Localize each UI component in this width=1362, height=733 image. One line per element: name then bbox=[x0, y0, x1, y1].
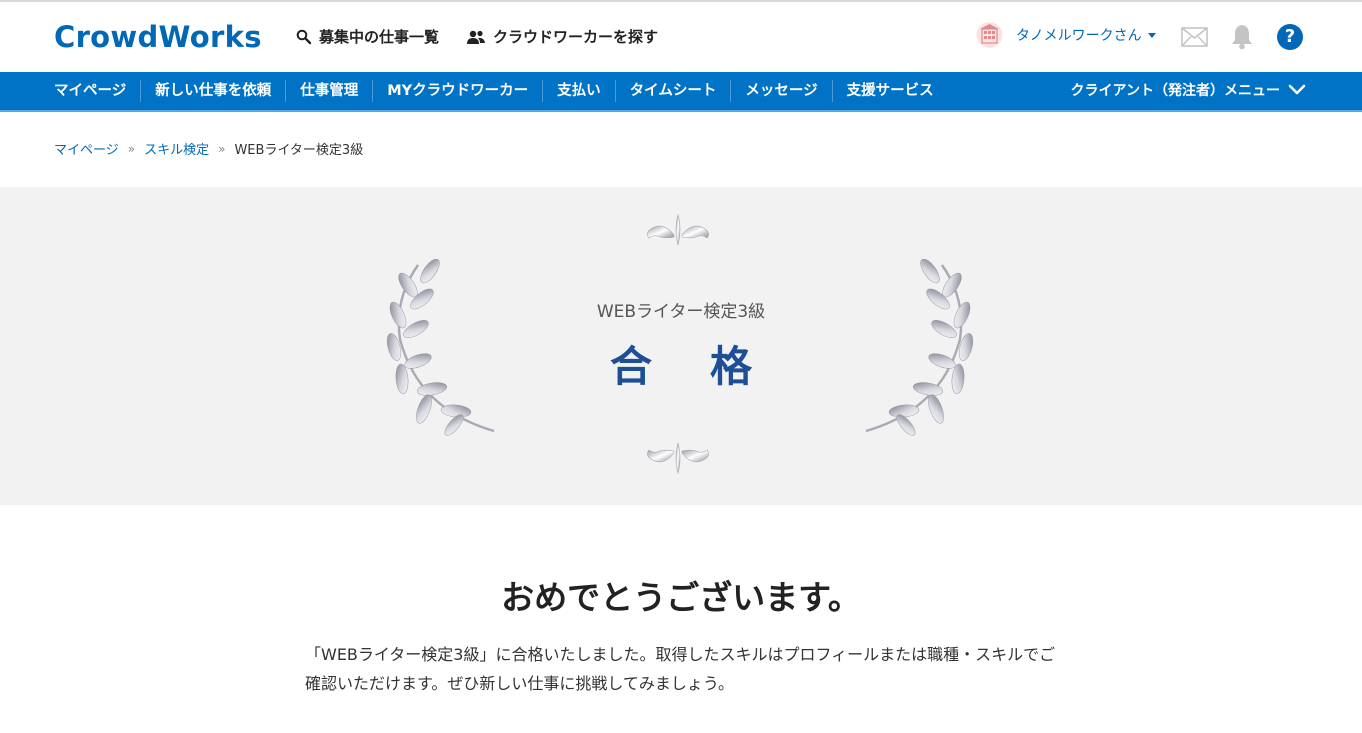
nav-item-support[interactable]: 支援サービス bbox=[831, 80, 948, 102]
top-header: CrowdWorks 募集中の仕事一覧 クラウドワーカーを探す タノメルワークさ… bbox=[0, 0, 1362, 72]
find-workers-label: クラウドワーカーを探す bbox=[493, 28, 659, 46]
find-workers-link[interactable]: クラウドワーカーを探す bbox=[466, 26, 658, 47]
hero-result-title: 合格 bbox=[609, 342, 810, 391]
breadcrumb-skill-test[interactable]: スキル検定 bbox=[144, 139, 209, 158]
ornament-top-icon bbox=[647, 213, 709, 246]
bell-icon[interactable] bbox=[1229, 23, 1255, 50]
user-menu[interactable]: タノメルワークさん bbox=[973, 20, 1156, 50]
job-list-link[interactable]: 募集中の仕事一覧 bbox=[296, 26, 439, 47]
job-list-label: 募集中の仕事一覧 bbox=[319, 28, 440, 46]
chevron-down-icon bbox=[1288, 84, 1306, 95]
nav-item-payments[interactable]: 支払い bbox=[542, 80, 615, 102]
congrats-heading: おめでとうございます。 bbox=[501, 578, 861, 617]
mail-icon[interactable] bbox=[1181, 27, 1208, 47]
nav-item-job-management[interactable]: 仕事管理 bbox=[285, 80, 372, 102]
breadcrumb-separator: » bbox=[218, 141, 226, 156]
help-icon[interactable]: ? bbox=[1277, 24, 1303, 50]
nav-item-mypage[interactable]: マイページ bbox=[40, 80, 140, 102]
crowdworks-logo[interactable]: CrowdWorks bbox=[54, 20, 262, 54]
hero-subtitle: WEBライター検定3級 bbox=[596, 302, 766, 322]
nav-item-messages[interactable]: メッセージ bbox=[730, 80, 831, 102]
result-hero: WEBライター検定3級 合格 bbox=[0, 187, 1362, 505]
breadcrumb-separator: » bbox=[127, 141, 136, 156]
client-menu-toggle[interactable]: クライアント（発注者）メニュー bbox=[1071, 80, 1306, 100]
nav-item-my-workers[interactable]: MYクラウドワーカー bbox=[372, 80, 542, 102]
chevron-down-icon bbox=[1147, 32, 1156, 38]
global-nav: マイページ 新しい仕事を依頼 仕事管理 MYクラウドワーカー 支払い タイムシー… bbox=[0, 72, 1362, 112]
breadcrumb-mypage[interactable]: マイページ bbox=[54, 139, 119, 158]
users-icon bbox=[467, 30, 485, 44]
nav-item-new-job[interactable]: 新しい仕事を依頼 bbox=[140, 80, 285, 102]
breadcrumb: マイページ » スキル検定 » WEBライター検定3級 bbox=[54, 139, 364, 159]
breadcrumb-current: WEBライター検定3級 bbox=[234, 143, 364, 158]
avatar bbox=[973, 20, 1006, 50]
user-name: タノメルワークさん bbox=[1016, 28, 1142, 44]
nav-item-timesheet[interactable]: タイムシート bbox=[614, 80, 731, 102]
client-menu-label: クライアント（発注者）メニュー bbox=[1070, 83, 1280, 99]
result-message: 「WEBライター検定3級」に合格いたしました。取得したスキルはプロフィールまたは… bbox=[305, 645, 1056, 693]
nav-list: マイページ 新しい仕事を依頼 仕事管理 MYクラウドワーカー 支払い タイムシー… bbox=[40, 72, 948, 110]
search-icon bbox=[296, 29, 312, 44]
ornament-bottom-icon bbox=[647, 442, 709, 475]
